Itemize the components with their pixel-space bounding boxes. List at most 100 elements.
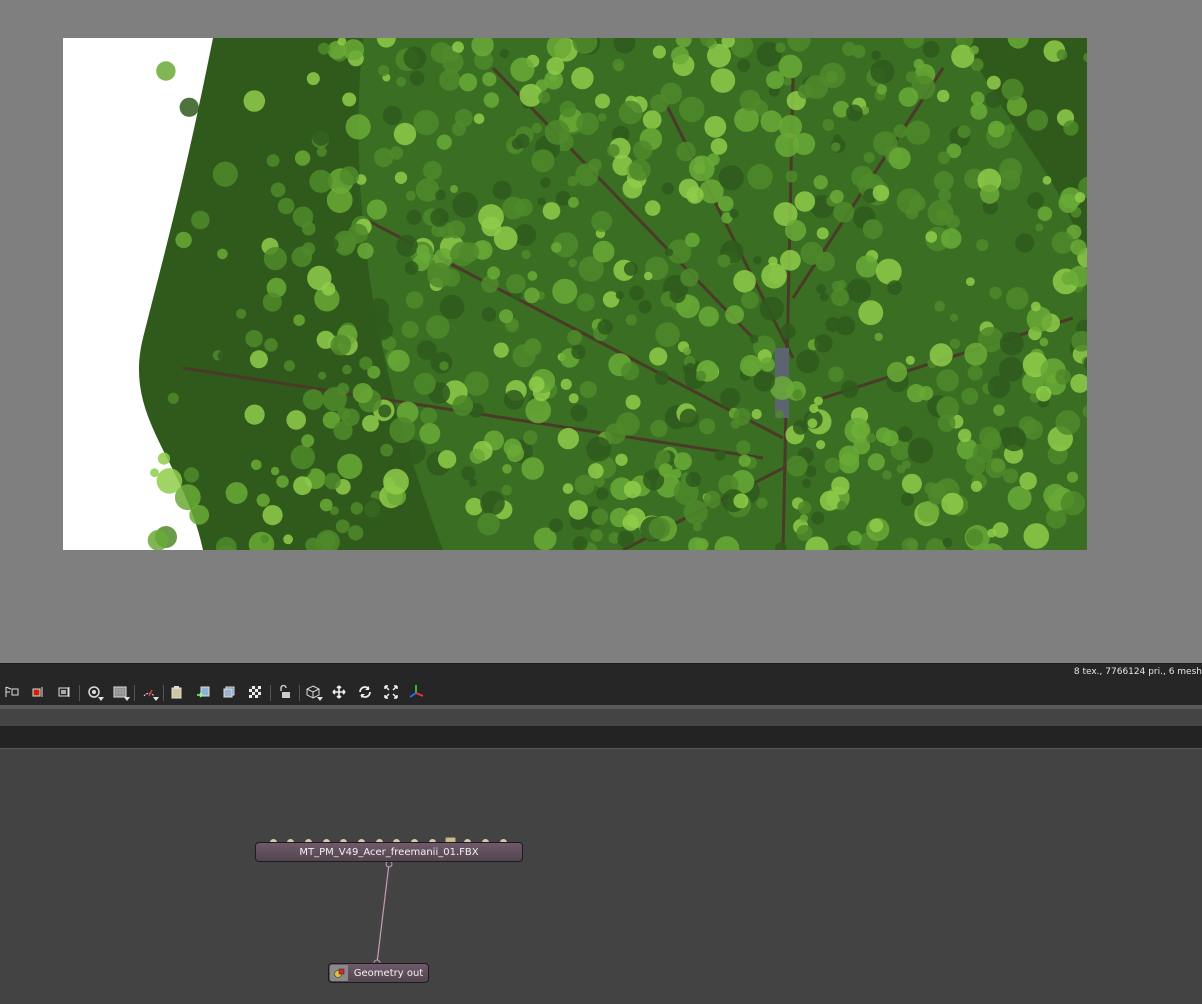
grid-dropdown-icon[interactable] bbox=[110, 683, 130, 701]
leaf bbox=[780, 323, 796, 339]
leaf bbox=[660, 82, 683, 105]
leaf bbox=[310, 419, 320, 429]
checker-icon[interactable] bbox=[245, 683, 265, 701]
leaf bbox=[937, 89, 950, 103]
leaf bbox=[644, 200, 661, 216]
leaf bbox=[568, 197, 579, 208]
leaf bbox=[337, 453, 363, 479]
leaf bbox=[622, 514, 639, 531]
leaf bbox=[156, 468, 183, 494]
leaf bbox=[382, 105, 403, 126]
leaf bbox=[809, 403, 819, 414]
leaf bbox=[822, 119, 835, 131]
leaf bbox=[459, 73, 478, 92]
geometry-out-node[interactable]: Geometry out bbox=[328, 963, 429, 983]
leaf bbox=[245, 330, 263, 348]
leaf bbox=[622, 178, 643, 199]
fbx-import-node[interactable]: MT_PM_V49_Acer_freemanii_01.FBX bbox=[255, 842, 523, 862]
leaf bbox=[540, 177, 551, 188]
leaf bbox=[704, 115, 727, 138]
leaf bbox=[537, 197, 546, 206]
leaf bbox=[243, 90, 266, 112]
move-icon[interactable] bbox=[329, 683, 349, 701]
separator bbox=[299, 685, 300, 701]
leaf bbox=[778, 54, 803, 79]
leaf bbox=[1070, 239, 1087, 256]
leaf bbox=[510, 57, 535, 82]
leaf bbox=[461, 466, 476, 481]
leaf bbox=[542, 202, 561, 220]
leaf bbox=[389, 417, 416, 444]
render-dropdown-icon[interactable] bbox=[139, 683, 159, 701]
leaf bbox=[676, 141, 696, 162]
leaf bbox=[464, 371, 489, 396]
leaf bbox=[838, 445, 860, 467]
red-select-icon[interactable] bbox=[28, 683, 48, 701]
axis-gizmo-icon[interactable] bbox=[406, 683, 426, 701]
leaf bbox=[703, 490, 721, 509]
leaf bbox=[503, 438, 522, 457]
leaf bbox=[1035, 223, 1044, 232]
leaf bbox=[523, 430, 538, 445]
leaf bbox=[499, 309, 514, 324]
leaf bbox=[439, 69, 461, 91]
leaf bbox=[301, 221, 316, 236]
leaf bbox=[936, 369, 959, 392]
leaf bbox=[692, 522, 702, 532]
leaf bbox=[316, 146, 327, 157]
leaf bbox=[796, 349, 820, 374]
leaf bbox=[321, 282, 336, 296]
leaf bbox=[936, 209, 948, 221]
panel-strip bbox=[0, 709, 1202, 726]
unlock-icon[interactable] bbox=[274, 683, 294, 701]
leaf bbox=[313, 454, 330, 471]
leaf bbox=[887, 280, 902, 295]
leaf bbox=[499, 48, 510, 59]
leaf bbox=[673, 452, 692, 471]
leaf bbox=[1063, 120, 1079, 136]
leaf bbox=[733, 493, 749, 509]
leaf bbox=[423, 160, 442, 180]
leaf bbox=[511, 138, 524, 150]
leaf bbox=[514, 224, 537, 246]
leaf bbox=[775, 42, 786, 53]
leaf bbox=[799, 514, 808, 523]
leaf bbox=[736, 440, 751, 455]
node-graph[interactable]: MT_PM_V49_Acer_freemanii_01.FBX Geometry… bbox=[0, 749, 1202, 1004]
scale-icon[interactable] bbox=[381, 683, 401, 701]
clipboard-icon[interactable] bbox=[167, 683, 187, 701]
leaf bbox=[1039, 337, 1049, 347]
separator bbox=[270, 685, 271, 701]
cube-dropdown-icon[interactable] bbox=[303, 683, 323, 701]
leaf bbox=[293, 314, 305, 327]
import-icon[interactable] bbox=[193, 683, 213, 701]
camera-dropdown-icon[interactable] bbox=[84, 683, 104, 701]
select-icon[interactable] bbox=[2, 683, 22, 701]
leaf bbox=[405, 291, 424, 309]
leaf bbox=[612, 58, 625, 71]
leaf bbox=[598, 113, 607, 122]
leaf bbox=[933, 171, 954, 192]
leaf bbox=[372, 319, 394, 341]
leaf bbox=[249, 350, 268, 369]
leaf bbox=[590, 529, 603, 542]
leaf bbox=[262, 292, 282, 312]
layers-icon[interactable] bbox=[219, 683, 239, 701]
leaf bbox=[807, 418, 818, 429]
leaf bbox=[487, 266, 501, 280]
leaf bbox=[898, 87, 919, 107]
leaf bbox=[802, 478, 812, 488]
leaf bbox=[524, 287, 540, 304]
render-viewport[interactable] bbox=[0, 0, 1202, 663]
leaf bbox=[531, 149, 555, 173]
leaf bbox=[980, 184, 1000, 204]
leaf bbox=[301, 434, 315, 448]
leaf bbox=[847, 530, 862, 546]
rotate-icon[interactable] bbox=[355, 683, 375, 701]
leaf bbox=[654, 370, 669, 385]
leaf bbox=[156, 61, 176, 81]
leaf bbox=[290, 444, 315, 470]
leaf bbox=[976, 239, 989, 252]
leaf bbox=[294, 150, 311, 166]
frame-icon[interactable] bbox=[54, 683, 74, 701]
